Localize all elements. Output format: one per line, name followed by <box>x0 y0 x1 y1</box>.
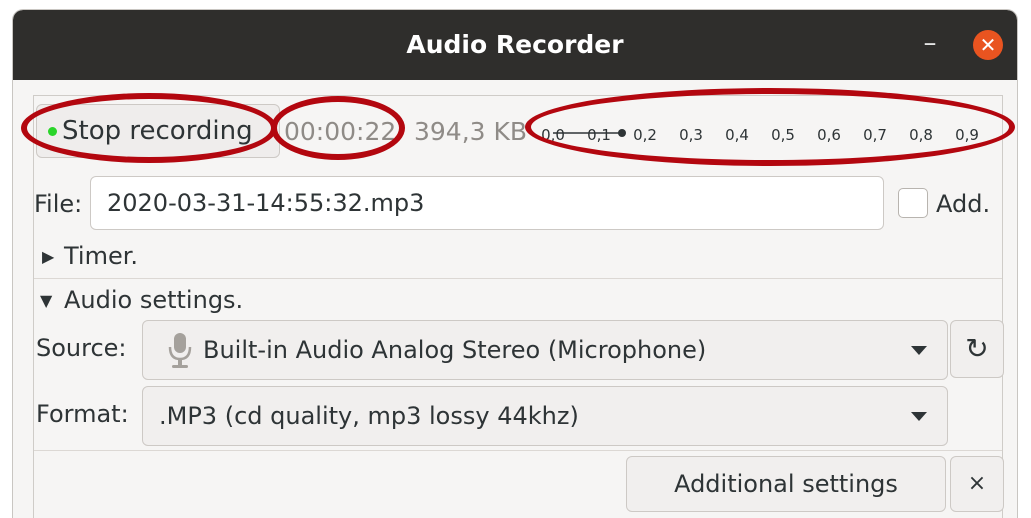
level-tick-label: 0,5 <box>771 126 795 144</box>
minimize-button[interactable]: – <box>915 28 945 58</box>
format-value: .MP3 (cd quality, mp3 lossy 44khz) <box>159 402 579 430</box>
window-title: Audio Recorder <box>406 30 624 59</box>
source-dropdown[interactable]: Built-in Audio Analog Stereo (Microphone… <box>142 320 948 380</box>
footer-divider <box>34 450 1002 451</box>
file-name-input[interactable] <box>90 176 884 230</box>
level-tick-label: 0,3 <box>679 126 703 144</box>
add-checkbox[interactable] <box>898 188 928 218</box>
timer-expander[interactable]: ▶ Timer. <box>34 232 1002 279</box>
level-tick-label: 0,6 <box>817 126 841 144</box>
timer-label: Timer. <box>64 242 139 270</box>
source-value: Built-in Audio Analog Stereo (Microphone… <box>203 336 707 364</box>
recording-indicator-icon <box>48 126 57 136</box>
chevron-down-icon <box>911 412 927 421</box>
footer-close-button[interactable]: × <box>950 456 1004 512</box>
window-close-button[interactable]: ✕ <box>973 30 1003 60</box>
file-size: 394,3 KB <box>414 117 528 146</box>
audio-settings-label: Audio settings. <box>64 286 244 314</box>
recording-status-row: Stop recording 00:00:22 394,3 KB 0,0 0,1 0… <box>34 96 1002 166</box>
stop-recording-button[interactable]: Stop recording <box>36 104 280 158</box>
level-tick-label: 0,0 <box>541 126 565 144</box>
stop-recording-label: Stop recording <box>62 116 253 146</box>
format-label: Format: <box>36 400 129 428</box>
level-tick-label: 0,8 <box>909 126 933 144</box>
level-marker <box>618 129 626 137</box>
audio-level-scale: 0,0 0,1 0,2 0,3 0,4 0,5 0,6 0,7 0,8 0,9 <box>541 126 979 144</box>
source-label: Source: <box>36 334 127 362</box>
microphone-icon <box>168 333 192 368</box>
expander-expanded-icon: ▼ <box>40 291 53 310</box>
chevron-down-icon <box>911 346 927 355</box>
additional-settings-button[interactable]: Additional settings <box>626 456 946 512</box>
elapsed-time: 00:00:22 <box>284 117 397 146</box>
expander-collapsed-icon: ▶ <box>42 247 55 266</box>
audio-recorder-window: Audio Recorder – ✕ Stop recording 00:00:… <box>13 10 1017 518</box>
format-dropdown[interactable]: .MP3 (cd quality, mp3 lossy 44khz) <box>142 386 948 446</box>
level-tick-label: 0,1 <box>587 126 611 144</box>
level-tick-label: 0,4 <box>725 126 749 144</box>
title-bar[interactable]: Audio Recorder – ✕ <box>13 10 1017 80</box>
level-tick-label: 0,7 <box>863 126 887 144</box>
add-checkbox-label[interactable]: Add. <box>936 190 990 218</box>
main-panel: Stop recording 00:00:22 394,3 KB 0,0 0,1 0… <box>33 95 1004 518</box>
file-row: File: Add. <box>34 176 1002 232</box>
level-tick-label: 0,9 <box>955 126 979 144</box>
file-label: File: <box>34 190 83 218</box>
refresh-button[interactable]: ↻ <box>950 320 1004 378</box>
level-tick-label: 0,2 <box>633 126 657 144</box>
audio-settings-expander[interactable]: ▼ Audio settings. <box>34 278 1002 318</box>
